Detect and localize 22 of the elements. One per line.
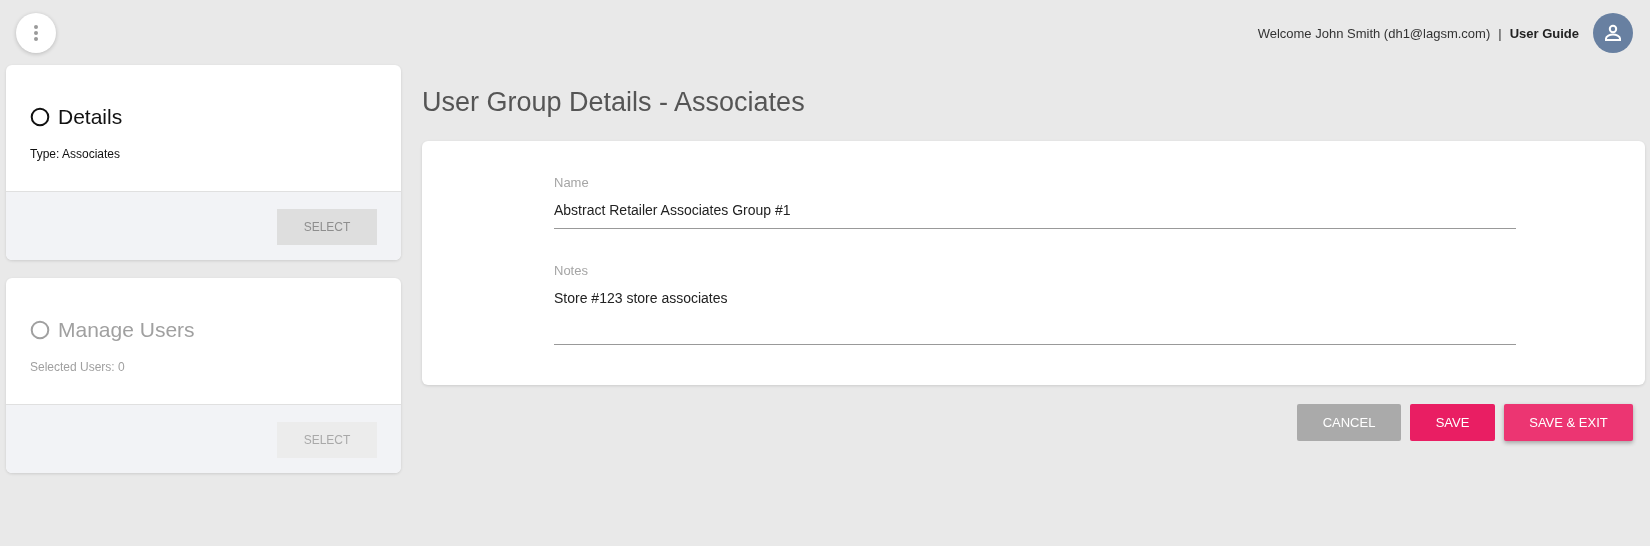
field-label: Notes <box>554 263 589 278</box>
welcome-text: Welcome John Smith (dh1@lagsm.com) <box>1257 25 1491 41</box>
step-title: Details <box>58 105 123 129</box>
cancel-button[interactable]: CANCEL <box>1297 404 1401 441</box>
step-subtitle: Type: Associates <box>30 147 122 161</box>
field-label: Name <box>554 175 590 190</box>
more-icon <box>33 24 39 42</box>
radio-icon <box>30 107 50 127</box>
account-button[interactable] <box>1593 13 1633 53</box>
save-button[interactable]: SAVE <box>1410 404 1495 441</box>
name-field[interactable]: Abstract Retailer Associates Group #1 <box>554 198 1516 229</box>
radio-icon <box>30 320 50 340</box>
save-exit-button[interactable]: SAVE & EXIT <box>1504 404 1633 441</box>
menu-button[interactable] <box>16 13 56 53</box>
step-subtitle: Selected Users: 0 <box>30 360 126 374</box>
user-guide-link[interactable]: User Guide <box>1509 25 1579 41</box>
select-button[interactable]: SELECT <box>277 209 377 245</box>
step-title: Manage Users <box>58 318 195 342</box>
notes-field[interactable]: Store #123 store associates <box>554 286 1516 345</box>
page-title: User Group Details - Associates <box>422 87 806 118</box>
user-icon <box>1604 24 1622 42</box>
separator: | <box>1498 25 1502 41</box>
